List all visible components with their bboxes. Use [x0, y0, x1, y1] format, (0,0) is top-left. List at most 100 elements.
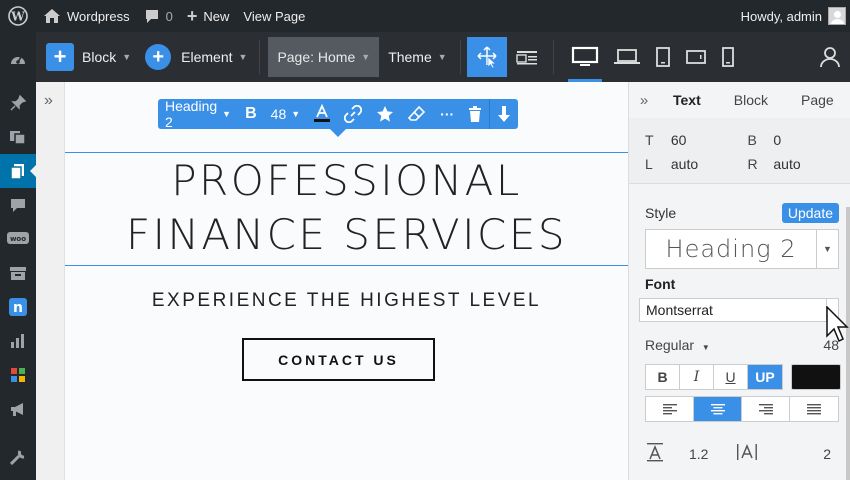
theme-menu[interactable]: Theme ▼	[379, 37, 456, 77]
subheading[interactable]: EXPERIENCE THE HIGHEST LEVEL	[65, 290, 628, 312]
underline-toggle[interactable]: U	[714, 365, 748, 389]
heading-line-1[interactable]: PROFESSIONAL	[65, 153, 628, 207]
select-mode-button[interactable]	[466, 37, 507, 77]
align-justify-button[interactable]	[790, 397, 838, 421]
comments-icon[interactable]	[0, 188, 36, 222]
update-button[interactable]: Update	[781, 203, 839, 223]
grid-plugin-icon[interactable]	[0, 358, 36, 392]
chevron-down-icon: ▼	[816, 230, 838, 268]
weight-row: Regular ▼ 48	[645, 337, 839, 353]
expand-left-icon[interactable]: »	[44, 92, 53, 110]
woocommerce-icon[interactable]: woo	[0, 222, 36, 256]
bold-label: B	[245, 105, 257, 122]
font-size-dropdown[interactable]: 48 ▼	[264, 99, 308, 129]
heading-line-2[interactable]: FINANCE SERVICES	[65, 207, 628, 261]
italic-toggle[interactable]: I	[680, 365, 714, 389]
left-value[interactable]: auto	[671, 156, 748, 172]
right-value[interactable]: auto	[773, 156, 850, 172]
align-right-icon	[758, 404, 773, 415]
device-tablet-button[interactable]	[648, 32, 678, 82]
pages-icon[interactable]	[0, 154, 36, 188]
new-label: New	[203, 8, 230, 24]
heading-block[interactable]: PROFESSIONAL FINANCE SERVICES	[65, 152, 628, 266]
line-height-icon[interactable]	[645, 442, 665, 465]
stats-icon[interactable]	[0, 324, 36, 358]
align-right-button[interactable]	[742, 397, 790, 421]
delete-button[interactable]	[461, 99, 489, 129]
top-label: T	[645, 132, 654, 148]
panel-tabs: » Text Block Page	[629, 82, 850, 118]
add-element-button[interactable]: + Element ▼	[139, 32, 255, 82]
text-color-icon	[314, 104, 331, 122]
navigator-button[interactable]	[507, 37, 547, 77]
site-name-link[interactable]: Wordpress	[36, 0, 137, 32]
font-weight-dropdown[interactable]: Regular ▼	[645, 337, 710, 353]
n-plugin-icon[interactable]: n	[0, 290, 36, 324]
plus-square-icon: +	[46, 43, 74, 71]
link-button[interactable]	[337, 99, 369, 129]
bold-button[interactable]: B	[238, 99, 264, 129]
tab-page[interactable]: Page	[779, 92, 845, 108]
megaphone-icon[interactable]	[0, 392, 36, 426]
device-mobile-button[interactable]	[714, 32, 742, 82]
clear-format-button[interactable]	[401, 99, 433, 129]
tablet-landscape-icon	[685, 50, 706, 64]
comments-link[interactable]: 0	[137, 0, 180, 32]
top-value[interactable]: 60	[671, 132, 748, 148]
font-size-value: 48	[270, 106, 287, 122]
trash-icon	[469, 106, 482, 122]
pin-icon[interactable]	[0, 86, 36, 120]
heading-style-label: Heading 2	[165, 98, 218, 130]
font-family-value: Montserrat	[646, 302, 713, 318]
new-content-link[interactable]: + New	[180, 0, 237, 32]
plus-icon: +	[186, 5, 198, 26]
add-block-button[interactable]: + Block ▼	[36, 32, 139, 82]
account-menu[interactable]: Howdy, admin	[734, 0, 850, 32]
more-options-button[interactable]: ···	[433, 99, 461, 129]
tab-block[interactable]: Block	[712, 92, 779, 108]
comment-bubble-icon	[145, 9, 158, 23]
editor-canvas: » Heading 2 ▼ B 48 ▼ ··· PROFESSIONAL FI…	[36, 82, 628, 480]
bottom-value[interactable]: 0	[773, 132, 850, 148]
uppercase-toggle[interactable]: UP	[748, 365, 782, 389]
font-family-select[interactable]: Montserrat	[639, 298, 839, 322]
line-height-value[interactable]: 1.2	[689, 446, 708, 462]
toolbar-divider	[259, 40, 261, 74]
align-left-button[interactable]	[646, 397, 694, 421]
howdy-text: Howdy, admin	[740, 8, 822, 24]
more-label: ···	[440, 106, 455, 122]
heading-style-dropdown[interactable]: Heading 2 ▼	[158, 98, 238, 130]
spacing-section: T 60 B 0 L auto R auto	[629, 118, 850, 184]
archive-icon[interactable]	[0, 256, 36, 290]
page-selector[interactable]: Page: Home ▼	[268, 37, 380, 77]
view-page-label: View Page	[243, 8, 306, 24]
style-select[interactable]: Heading 2 ▼	[645, 229, 839, 269]
move-down-button[interactable]	[490, 99, 518, 129]
device-desktop-button[interactable]	[564, 32, 606, 82]
user-menu-button[interactable]	[810, 46, 850, 68]
text-color-button[interactable]	[307, 99, 337, 129]
letter-spacing-icon[interactable]	[736, 442, 758, 465]
properties-panel: » Text Block Page T 60 B 0 L auto R auto…	[628, 82, 850, 480]
wordpress-logo-icon[interactable]: W	[0, 0, 36, 32]
style-row: Style Update	[645, 203, 839, 223]
chevron-down-icon: ▼	[701, 343, 710, 352]
collapse-panel-icon[interactable]: »	[629, 92, 659, 109]
dashboard-icon[interactable]	[0, 32, 36, 86]
svg-text:W: W	[10, 10, 25, 24]
letter-spacing-value[interactable]: 2	[823, 446, 839, 462]
contact-us-button[interactable]: CONTACT US	[242, 338, 435, 381]
device-laptop-button[interactable]	[606, 32, 648, 82]
device-tablet-landscape-button[interactable]	[678, 32, 714, 82]
tab-text[interactable]: Text	[659, 92, 712, 108]
tools-icon[interactable]	[0, 440, 36, 474]
text-color-swatch[interactable]	[791, 364, 841, 390]
bold-toggle[interactable]: B	[646, 365, 680, 389]
block-label: Block	[82, 49, 117, 65]
favorite-button[interactable]	[369, 99, 401, 129]
site-name: Wordpress	[67, 8, 130, 24]
media-icon[interactable]	[0, 120, 36, 154]
view-page-link[interactable]: View Page	[236, 0, 312, 32]
align-left-icon	[662, 404, 677, 415]
align-center-button[interactable]	[694, 397, 742, 421]
